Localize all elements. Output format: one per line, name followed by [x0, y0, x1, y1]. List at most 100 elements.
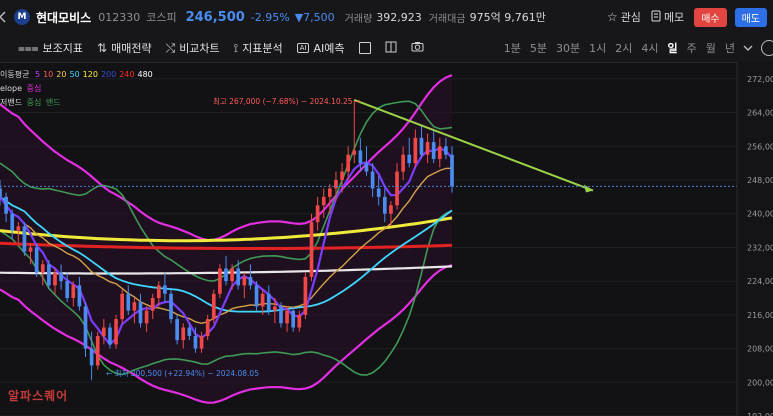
candle-body [334, 180, 338, 189]
candle-body [224, 268, 228, 282]
price-tick-label: 232,000 [747, 243, 773, 252]
ai-chip-icon: AI [296, 43, 310, 53]
change-amount: ▼7,500 [294, 10, 335, 24]
candle-body [71, 285, 76, 298]
candle-body [120, 293, 124, 320]
strategy-button[interactable]: ⇅ 매매전략 [97, 40, 152, 56]
price-chart[interactable]: 246,500-2.95% 272,000264,000256,000248,0… [0, 62, 773, 416]
settings-gear-icon[interactable] [761, 40, 773, 56]
indicators-button[interactable]: ⩶ 보조지표 [18, 40, 83, 56]
stock-header: M 현대모비스 012330 코스피 246,500 -2.95% ▼7,500… [0, 0, 773, 35]
period-1hour[interactable]: 1시 [589, 40, 606, 56]
analysis-button[interactable]: ⟟ 지표분석 [234, 40, 283, 56]
candle-body [199, 335, 204, 349]
candle-body [10, 213, 15, 231]
price-tick-label: 240,000 [747, 210, 773, 219]
compare-button[interactable]: ⤭ 비교차트 [166, 40, 220, 56]
period-year[interactable]: 년 [725, 40, 735, 56]
market-label: 코스피 [146, 11, 177, 24]
candle-body [59, 272, 63, 282]
period-5min[interactable]: 5분 [530, 40, 547, 56]
price-tick-label: 248,000 [747, 176, 773, 185]
candle-body [4, 196, 8, 214]
layout-grid-icon[interactable] [385, 41, 397, 56]
watchlist-label: 관심 [620, 11, 641, 24]
candle-body [34, 247, 39, 273]
price-tick-label: 200,000 [747, 378, 773, 387]
period-month[interactable]: 월 [706, 40, 716, 56]
candle-body [163, 285, 167, 294]
period-dropdown-chevron-icon[interactable] [743, 42, 753, 55]
candle-body [102, 327, 106, 336]
analysis-chart-icon: ⟟ [233, 40, 239, 55]
star-icon: ☆ [606, 10, 618, 24]
candle-body [40, 264, 45, 273]
period-1min[interactable]: 1분 [504, 40, 521, 56]
ma-legend[interactable]: 이동평균 5 10 20 50 120 200 240 480 [0, 69, 153, 80]
candle-body [205, 319, 210, 336]
watchlist-button[interactable]: ☆ 관심 [607, 9, 641, 25]
back-chevron-icon[interactable] [0, 10, 8, 24]
candle-body [169, 293, 173, 320]
price-tick-label: 192,000 [747, 412, 773, 416]
candle-body [47, 264, 51, 286]
ai-predict-button[interactable]: AI AI예측 [296, 40, 345, 56]
candle-body [150, 298, 155, 311]
candle-body [126, 293, 131, 311]
ma-periods: 5 10 20 50 120 200 240 480 [32, 70, 153, 79]
ma-period-480: 480 [137, 70, 153, 79]
period-week[interactable]: 주 [687, 40, 697, 56]
camera-icon[interactable] [411, 41, 424, 55]
company-logo: M [14, 9, 30, 25]
square-select-icon[interactable] [358, 42, 371, 54]
period-4hour[interactable]: 4시 [641, 40, 658, 56]
indicators-label: 보조지표 [42, 42, 84, 55]
volume-label: 거래량 [344, 13, 373, 25]
candle-body [108, 327, 112, 345]
period-30min[interactable]: 30분 [556, 40, 580, 56]
ma-period-10: 10 [43, 70, 54, 79]
amount-label: 거래대금 [428, 13, 466, 25]
candle-body [242, 276, 247, 286]
period-day[interactable]: 일 [668, 40, 678, 56]
period-2hour[interactable]: 2시 [615, 40, 632, 56]
compare-label: 비교차트 [179, 42, 220, 55]
bollinger-legend[interactable]: 저밴드 중심 밴드 [0, 97, 61, 108]
ma-period-200: 200 [100, 70, 117, 79]
candle-body [376, 188, 381, 197]
candle-body [450, 154, 454, 187]
stock-name[interactable]: 현대모비스 [36, 9, 91, 26]
volume-value: 392,923 [376, 10, 422, 24]
sort-arrows-icon: ⇅ [97, 41, 108, 55]
change-percent: -2.95% [250, 10, 290, 24]
candle-body [28, 247, 33, 252]
candle-body [291, 310, 296, 328]
candle-body [389, 205, 393, 214]
candle-body [401, 154, 405, 172]
envelope-legend-label: elope [0, 84, 23, 93]
candle-body [346, 154, 350, 172]
candle-body [16, 226, 21, 231]
candle-body [309, 222, 314, 277]
candle-body [370, 171, 375, 189]
candle-body [248, 276, 253, 286]
candle-body [328, 188, 332, 197]
memo-button[interactable]: 메모 [651, 9, 684, 25]
candle-body [419, 137, 424, 155]
indicator-lines-icon: ⩶ [18, 40, 39, 55]
sell-button[interactable]: 매도 [734, 7, 767, 27]
buy-button[interactable]: 매수 [694, 7, 727, 27]
candle-body [132, 302, 137, 311]
candle-body [53, 272, 57, 286]
bollinger-legend-band: 밴드 [45, 98, 61, 107]
candle-body [382, 196, 387, 214]
strategy-label: 매매전략 [111, 42, 152, 55]
candle-body [211, 293, 216, 320]
candle-body [260, 293, 265, 307]
bollinger-legend-center: 중심 [26, 98, 42, 107]
envelope-legend[interactable]: elope 중심 [0, 83, 41, 94]
candle-body [407, 154, 412, 164]
candle-body [352, 150, 357, 155]
memo-label: 메모 [663, 11, 685, 24]
ma-period-20: 20 [56, 70, 67, 79]
